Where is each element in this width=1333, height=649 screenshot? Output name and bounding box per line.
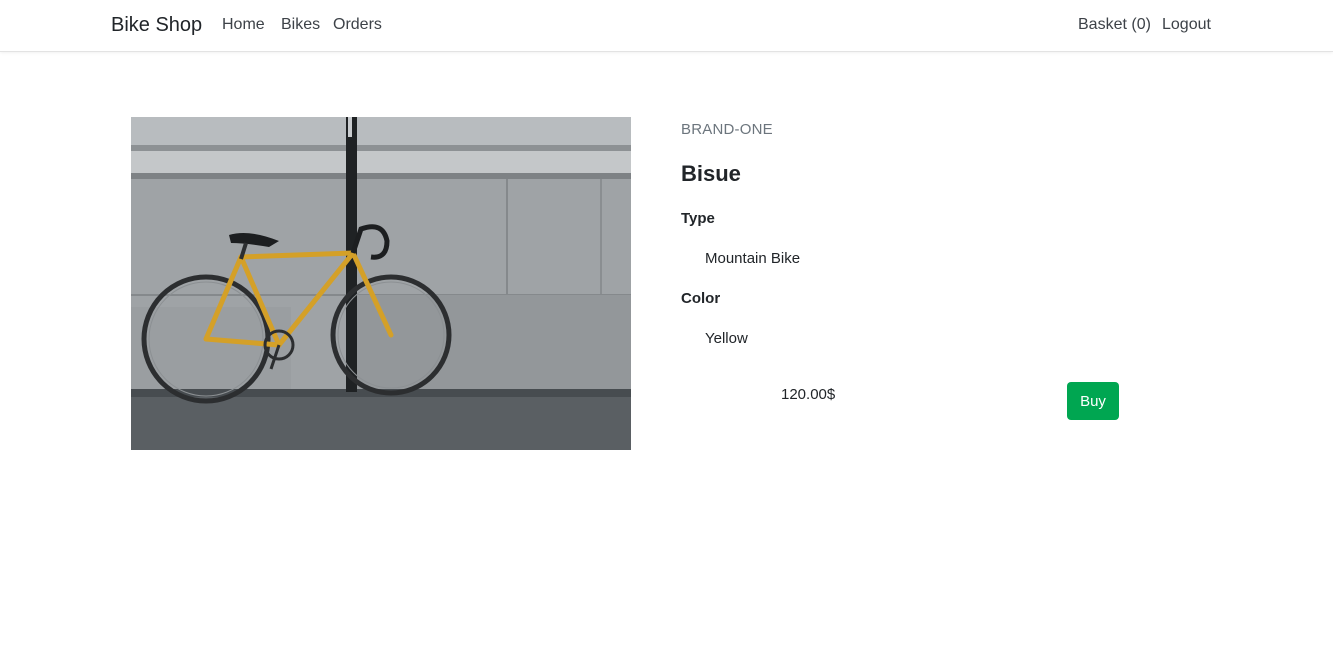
type-value: Mountain Bike [705, 250, 801, 267]
product-price: 120.00$ [781, 386, 836, 403]
product-title: Bisue [681, 161, 741, 186]
nav-link-bikes[interactable]: Bikes [281, 15, 320, 35]
buy-button[interactable]: Buy [1067, 382, 1119, 420]
basket-link[interactable]: Basket (0) [1078, 15, 1151, 35]
color-value: Yellow [705, 330, 748, 347]
product-image [131, 117, 631, 450]
nav-link-home[interactable]: Home [222, 15, 265, 35]
brand-link[interactable]: Bike Shop [111, 12, 202, 38]
logout-link[interactable]: Logout [1162, 15, 1211, 35]
product-brand: BRAND-ONE [681, 121, 773, 138]
navbar: Bike Shop Home Bikes Orders Basket (0) L… [0, 0, 1333, 52]
color-label: Color [681, 290, 721, 307]
type-label: Type [681, 210, 715, 227]
nav-link-orders[interactable]: Orders [333, 15, 382, 35]
